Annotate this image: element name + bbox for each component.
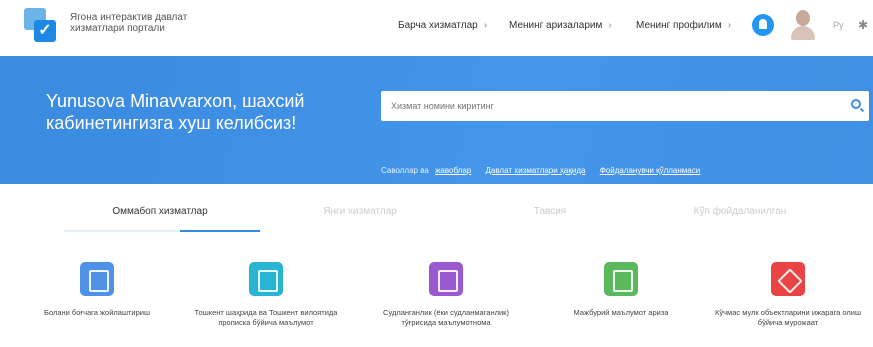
- welcome-message: Yunusova Minavvarxon, шахсий кабинетинги…: [46, 91, 305, 133]
- service-list: Болани боғчага жойлаштириш Тошкент шаҳри…: [0, 262, 873, 347]
- search-icon[interactable]: [851, 99, 861, 109]
- chevron-right-icon: ›: [483, 20, 488, 31]
- service-label: Судланганлик (ёки судланмаганлик) тўғрис…: [383, 308, 509, 327]
- avatar[interactable]: [790, 10, 816, 40]
- portal-logo[interactable]: ✓: [24, 8, 60, 44]
- service-card[interactable]: Кўчмас мулк объектларини ижарага олиш бў…: [706, 262, 870, 328]
- nav-my-profile[interactable]: Менинг профилим ›: [636, 20, 731, 31]
- chevron-right-icon: ›: [727, 20, 732, 31]
- service-tabs: Оммабоп хизматлар Янги хизматлар Тавсия …: [0, 200, 873, 236]
- avatar-head: [796, 10, 810, 26]
- tab-recommended[interactable]: Тавсия: [500, 206, 600, 217]
- faq-link[interactable]: жавоблар: [435, 166, 471, 175]
- service-label: Болани боғчага жойлаштириш: [44, 308, 150, 317]
- tab-popular[interactable]: Оммабоп хизматлар: [100, 206, 220, 217]
- settings-gear-icon[interactable]: ✱: [858, 18, 868, 32]
- service-card[interactable]: Судланганлик (ёки судланмаганлик) тўғрис…: [371, 262, 521, 328]
- service-card[interactable]: Тошкент шаҳрида ва Тошкент вилоятида про…: [191, 262, 341, 328]
- service-label: Мажбурий маълумот ариза: [573, 308, 669, 317]
- search-box: [381, 91, 869, 121]
- tab-new[interactable]: Янги хизматлар: [300, 206, 420, 217]
- service-label: Тошкент шаҳрида ва Тошкент вилоятида про…: [194, 308, 338, 327]
- active-tab-indicator: [64, 230, 260, 232]
- notification-bell-icon[interactable]: [752, 14, 774, 36]
- search-input[interactable]: [391, 99, 831, 113]
- service-label: Кўчмас мулк объектларини ижарага олиш бў…: [715, 308, 861, 327]
- nav-label: Менинг профилим: [636, 20, 722, 31]
- language-switch[interactable]: Ру: [833, 20, 844, 30]
- kindergarten-icon: [80, 262, 114, 296]
- avatar-body: [791, 26, 815, 40]
- nav-label: Барча хизматлар: [398, 20, 478, 31]
- header: ✓ Ягона интерактив давлат хизматлари пор…: [0, 0, 873, 52]
- help-links: Саволлар ва жавоблар Давлат хизматлари ҳ…: [381, 166, 708, 175]
- service-card[interactable]: Болани боғчага жойлаштириш: [22, 262, 172, 318]
- checkmark-icon: ✓: [34, 20, 56, 42]
- map-icon: [604, 262, 638, 296]
- document-person-icon: [249, 262, 283, 296]
- tools-icon: [771, 262, 805, 296]
- about-services-link[interactable]: Давлат хизматлари ҳақида: [486, 166, 586, 175]
- certificate-icon: [429, 262, 463, 296]
- nav-label: Менинг аризаларим: [509, 20, 603, 31]
- service-card[interactable]: Мажбурий маълумот ариза: [546, 262, 696, 318]
- nav-my-applications[interactable]: Менинг аризаларим ›: [509, 20, 612, 31]
- tab-most-used[interactable]: Кўп фойдаланилган: [680, 206, 800, 217]
- nav-all-services[interactable]: Барча хизматлар ›: [398, 20, 487, 31]
- user-guide-link[interactable]: Фойдаланувчи қўлланмаси: [600, 166, 701, 175]
- portal-name: Ягона интерактив давлат хизматлари порта…: [70, 12, 188, 34]
- welcome-banner: Yunusova Minavvarxon, шахсий кабинетинги…: [0, 56, 873, 184]
- hints-prefix: Саволлар ва: [381, 166, 429, 175]
- chevron-right-icon: ›: [608, 20, 612, 31]
